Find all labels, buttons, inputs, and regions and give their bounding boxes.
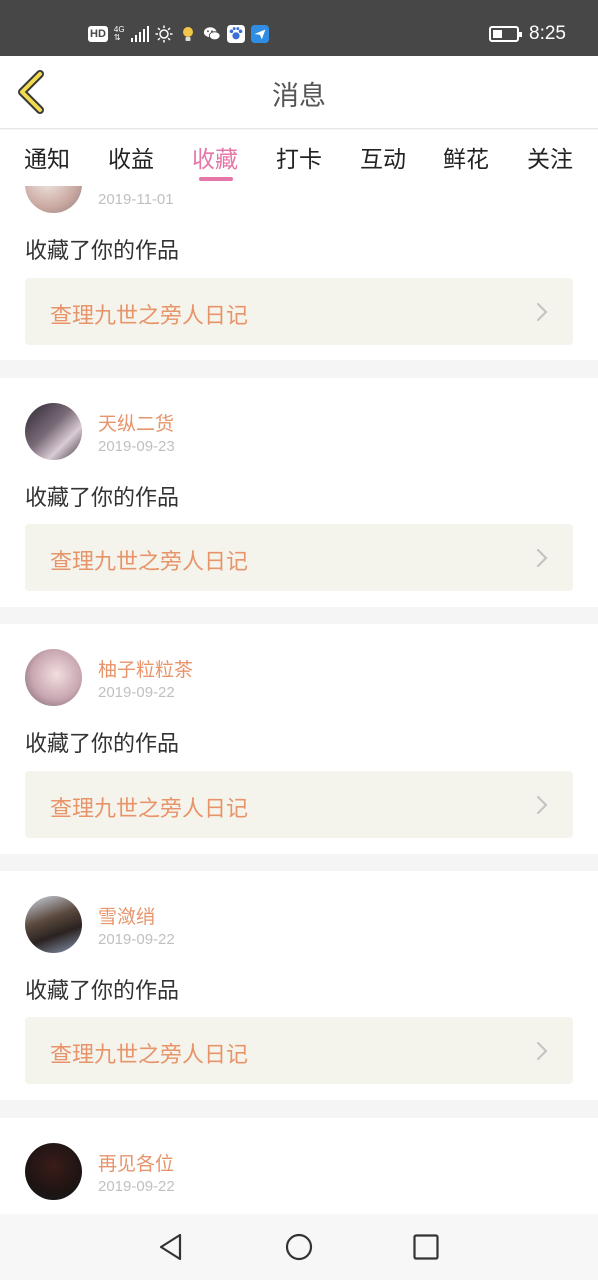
username[interactable]: 雪潋绡 [98, 902, 155, 929]
message-list[interactable]: 2019-11-01 收藏了你的作品 查理九世之旁人日记 天纵二货 2019-0… [0, 186, 598, 1214]
hd-badge: HD [88, 26, 108, 42]
work-title: 查理九世之旁人日记 [50, 304, 249, 329]
status-icons-right: 8:25 [489, 22, 566, 46]
recents-square-icon[interactable] [411, 1232, 441, 1262]
action-text: 收藏了你的作品 [25, 979, 180, 1004]
work-link[interactable]: 查理九世之旁人日记 [25, 1017, 573, 1084]
clock: 8:25 [529, 23, 566, 44]
work-link[interactable]: 查理九世之旁人日记 [25, 524, 573, 591]
list-item: 雪潋绡 2019-09-22 收藏了你的作品 查理九世之旁人日记 [0, 871, 598, 1100]
work-title: 查理九世之旁人日记 [50, 1043, 249, 1068]
avatar[interactable] [25, 403, 82, 460]
tab-checkin[interactable]: 打卡 [276, 140, 322, 174]
list-item: 2019-11-01 收藏了你的作品 查理九世之旁人日记 [0, 186, 598, 360]
system-nav-bar [0, 1214, 598, 1280]
avatar[interactable] [25, 649, 82, 706]
work-link[interactable]: 查理九世之旁人日记 [25, 771, 573, 838]
action-text: 收藏了你的作品 [25, 239, 180, 264]
lightbulb-icon [179, 25, 197, 43]
work-link[interactable]: 查理九世之旁人日记 [25, 278, 573, 345]
tab-earnings[interactable]: 收益 [108, 140, 154, 174]
avatar[interactable] [25, 896, 82, 953]
chevron-right-icon [536, 795, 548, 815]
avatar[interactable] [25, 1143, 82, 1200]
message-date: 2019-09-22 [98, 1178, 175, 1195]
page-title: 消息 [272, 81, 326, 112]
chevron-right-icon [536, 1041, 548, 1061]
network-type: 4G ⇅ [113, 25, 125, 42]
avatar[interactable] [25, 186, 82, 213]
home-circle-icon[interactable] [284, 1232, 314, 1262]
tab-follows[interactable]: 关注 [527, 140, 573, 174]
username[interactable]: 再见各位 [98, 1149, 174, 1176]
wechat-icon [203, 25, 221, 43]
action-text: 收藏了你的作品 [25, 486, 180, 511]
message-date: 2019-09-22 [98, 684, 175, 701]
battery-icon [489, 26, 523, 42]
back-triangle-icon[interactable] [156, 1232, 186, 1262]
active-tab-indicator [199, 177, 233, 181]
baidu-icon [226, 25, 245, 43]
chevron-right-icon [536, 302, 548, 322]
message-date: 2019-09-23 [98, 438, 175, 455]
username[interactable]: 柚子粒粒茶 [98, 655, 193, 682]
work-title: 查理九世之旁人日记 [50, 797, 249, 822]
status-icons-left: HD 4G ⇅ [88, 22, 269, 46]
username[interactable]: 天纵二货 [98, 409, 174, 436]
action-text: 收藏了你的作品 [25, 732, 180, 757]
work-title: 查理九世之旁人日记 [50, 550, 249, 575]
list-item: 天纵二货 2019-09-23 收藏了你的作品 查理九世之旁人日记 [0, 378, 598, 607]
message-app-icon [250, 25, 269, 43]
tab-flowers[interactable]: 鲜花 [443, 140, 489, 174]
status-bar: HD 4G ⇅ 8:25 [0, 0, 598, 56]
chevron-right-icon [536, 548, 548, 568]
tab-interaction[interactable]: 互动 [360, 140, 406, 174]
message-date: 2019-09-22 [98, 931, 175, 948]
tab-favorites[interactable]: 收藏 [192, 140, 238, 174]
list-item: 再见各位 2019-09-22 [0, 1118, 598, 1214]
brightness-icon [155, 25, 173, 43]
list-item: 柚子粒粒茶 2019-09-22 收藏了你的作品 查理九世之旁人日记 [0, 624, 598, 854]
tab-notifications[interactable]: 通知 [24, 140, 70, 174]
app-header: 消息 [0, 56, 598, 129]
signal-icon [130, 26, 149, 42]
tab-bar: 通知 收益 收藏 打卡 互动 鲜花 关注 [0, 130, 598, 186]
message-date: 2019-11-01 [98, 191, 174, 208]
